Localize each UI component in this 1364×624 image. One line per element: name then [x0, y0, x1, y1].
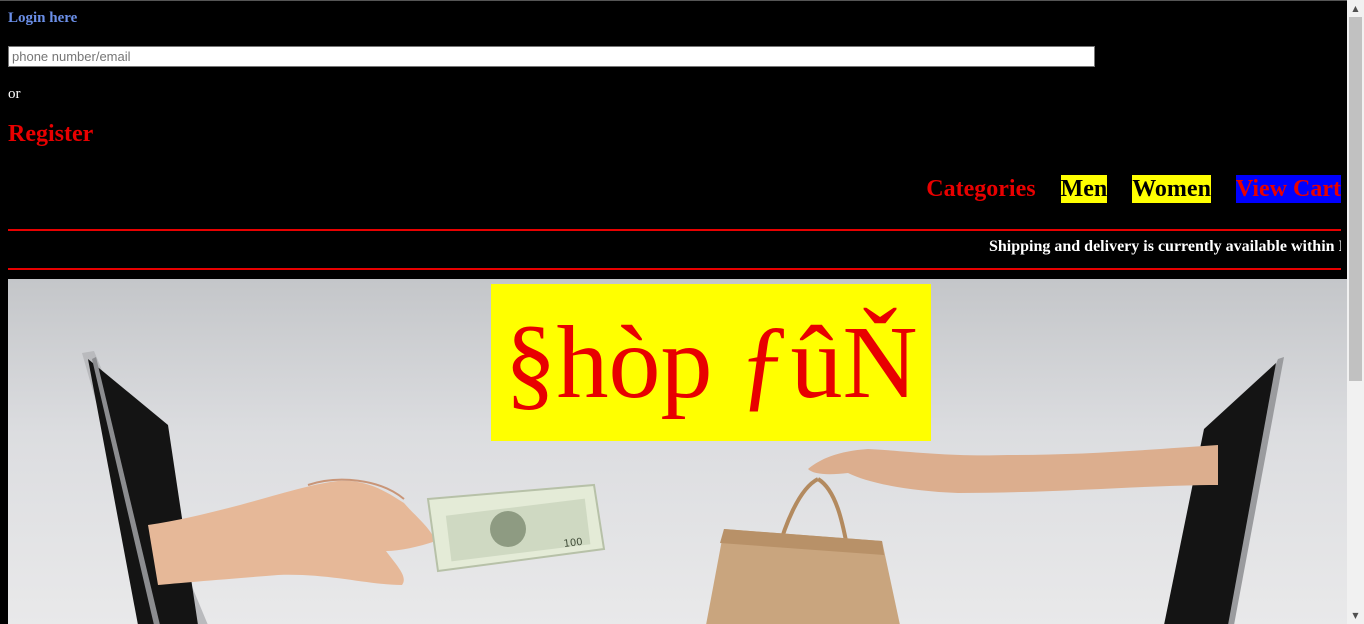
hand-with-bag	[706, 445, 1218, 624]
divider-bottom	[8, 268, 1341, 270]
scroll-up-arrow-icon[interactable]: ▲	[1347, 0, 1364, 17]
or-text: or	[8, 86, 21, 102]
hand-with-money: 100	[148, 478, 606, 585]
left-laptop-illustration	[82, 351, 208, 624]
divider-top	[8, 229, 1341, 231]
right-laptop-illustration	[1164, 357, 1284, 624]
scroll-down-arrow-icon[interactable]: ▼	[1347, 607, 1364, 624]
marquee-text: Shipping and delivery is currently avail…	[989, 238, 1341, 255]
scrollbar-thumb[interactable]	[1349, 17, 1362, 381]
phone-email-input[interactable]	[8, 46, 1095, 67]
shop-fun-logo: §hòp ƒûŇ	[491, 284, 931, 441]
login-link[interactable]: Login here	[8, 10, 77, 27]
register-link[interactable]: Register	[8, 121, 93, 148]
vertical-scrollbar[interactable]: ▲ ▼	[1347, 0, 1364, 624]
main-nav: Categories Men Women View Cart	[926, 175, 1341, 203]
svg-text:100: 100	[563, 537, 583, 550]
nav-women[interactable]: Women	[1132, 175, 1211, 203]
nav-men[interactable]: Men	[1060, 175, 1108, 203]
nav-view-cart[interactable]: View Cart	[1235, 175, 1341, 203]
nav-categories[interactable]: Categories	[926, 175, 1035, 203]
shipping-marquee: Shipping and delivery is currently avail…	[8, 237, 1341, 259]
